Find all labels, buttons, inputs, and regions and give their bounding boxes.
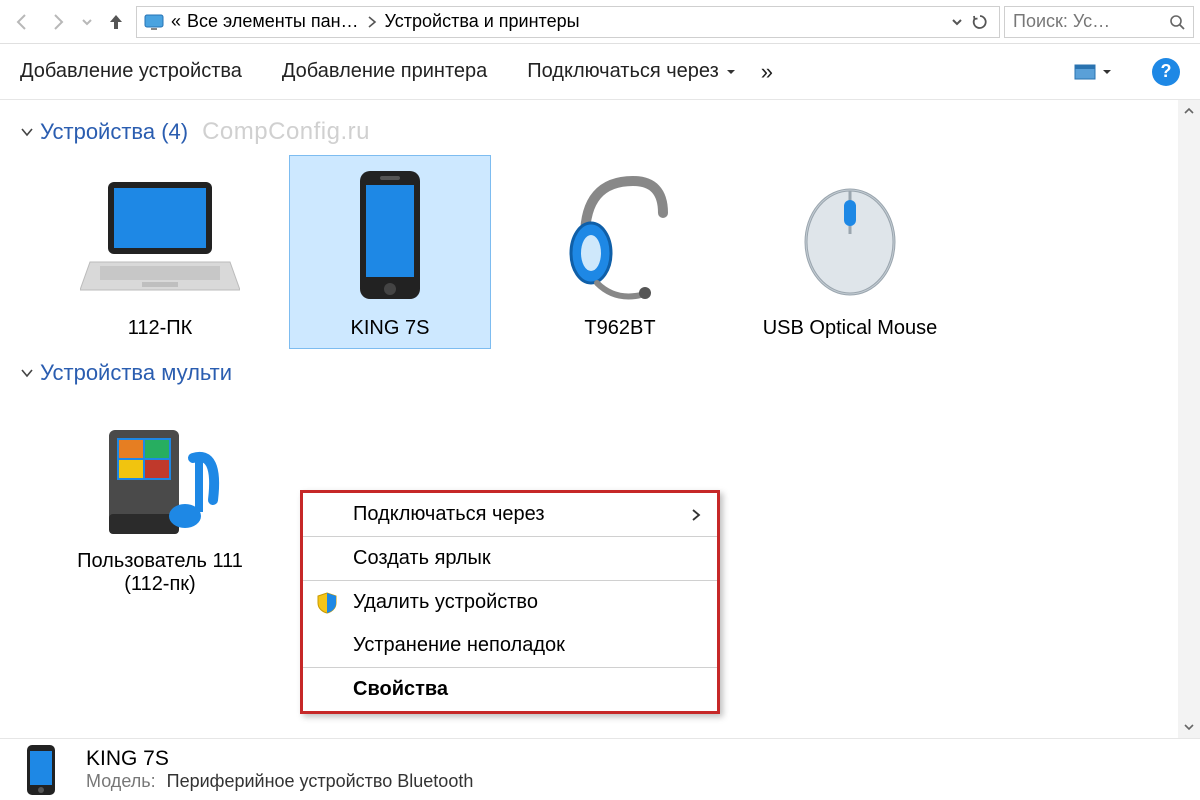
group-title: Устройства мульти — [40, 360, 232, 386]
add-device-button[interactable]: Добавление устройства — [20, 60, 242, 83]
nav-forward-button[interactable] — [42, 6, 74, 38]
device-item-headset[interactable]: T962BT — [520, 156, 720, 348]
nav-back-button[interactable] — [6, 6, 38, 38]
command-bar: Добавление устройства Добавление принтер… — [0, 44, 1200, 100]
phone-icon — [294, 162, 486, 312]
address-bar: « Все элементы пан… Устройства и принтер… — [0, 0, 1200, 44]
device-label: Пользователь 111 (112-пк) — [60, 550, 260, 596]
search-placeholder: Поиск: Ус… — [1013, 11, 1169, 32]
group-header-devices[interactable]: Устройства (4) CompConfig.ru — [20, 118, 1180, 146]
dropdown-caret-icon — [725, 66, 737, 78]
device-label: USB Optical Mouse — [754, 316, 946, 340]
breadcrumb-dropdown-icon[interactable] — [951, 16, 963, 28]
scroll-track[interactable] — [1178, 122, 1200, 716]
mouse-icon — [754, 162, 946, 312]
view-options-button[interactable] — [1074, 63, 1112, 81]
headset-icon — [524, 162, 716, 312]
media-server-icon — [60, 390, 260, 550]
refresh-icon[interactable] — [971, 13, 989, 31]
dropdown-caret-icon — [1102, 67, 1112, 77]
device-item-mouse[interactable]: USB Optical Mouse — [750, 156, 950, 348]
uac-shield-icon — [317, 592, 337, 614]
context-menu: Подключаться через Создать ярлык Удалить… — [300, 490, 720, 714]
breadcrumb-bar[interactable]: « Все элементы пан… Устройства и принтер… — [136, 6, 1000, 38]
context-menu-connect-via[interactable]: Подключаться через — [303, 493, 717, 536]
submenu-arrow-icon — [691, 508, 701, 522]
context-menu-create-shortcut[interactable]: Создать ярлык — [303, 537, 717, 580]
search-input[interactable]: Поиск: Ус… — [1004, 6, 1194, 38]
nav-up-button[interactable] — [100, 6, 132, 38]
group-header-multimedia[interactable]: Устройства мульти — [20, 360, 1180, 386]
toolbar-overflow-button[interactable]: » — [761, 59, 773, 85]
breadcrumb-current[interactable]: Устройства и принтеры — [385, 11, 580, 32]
devices-grid: 112-ПК KING 7S — [20, 150, 1180, 348]
watermark-text: CompConfig.ru — [202, 118, 370, 146]
laptop-icon — [64, 162, 256, 312]
help-button[interactable]: ? — [1152, 58, 1180, 86]
details-pane: KING 7S Модель: Периферийное устройство … — [0, 738, 1200, 800]
view-icon — [1074, 63, 1096, 81]
nav-recent-dropdown[interactable] — [78, 6, 96, 38]
control-panel-icon — [143, 11, 165, 33]
device-label: 112-ПК — [64, 316, 256, 340]
context-menu-troubleshoot[interactable]: Устранение неполадок — [303, 624, 717, 667]
group-title: Устройства (4) — [40, 119, 188, 145]
scroll-down-icon[interactable] — [1178, 716, 1200, 738]
breadcrumb-parent[interactable]: Все элементы пан… — [187, 11, 359, 32]
device-item-laptop[interactable]: 112-ПК — [60, 156, 260, 348]
details-device-name: KING 7S — [86, 747, 473, 771]
breadcrumb-separator-icon — [365, 15, 379, 29]
add-printer-button[interactable]: Добавление принтера — [282, 60, 487, 83]
device-item-phone[interactable]: KING 7S — [290, 156, 490, 348]
breadcrumb-prefix: « — [171, 11, 181, 32]
vertical-scrollbar[interactable] — [1178, 100, 1200, 738]
context-menu-properties[interactable]: Свойства — [303, 668, 717, 711]
context-menu-remove-device[interactable]: Удалить устройство — [303, 581, 717, 624]
device-label: T962BT — [524, 316, 716, 340]
details-thumb-phone-icon — [14, 743, 68, 797]
scroll-up-icon[interactable] — [1178, 100, 1200, 122]
collapse-icon — [20, 125, 34, 139]
content-area: Устройства (4) CompConfig.ru 112-ПК — [0, 100, 1200, 738]
device-item-media-server[interactable]: Пользователь 111 (112-пк) — [60, 390, 260, 596]
details-model-value: Периферийное устройство Bluetooth — [167, 771, 474, 791]
device-label: KING 7S — [294, 316, 486, 340]
details-model-label: Модель: — [86, 771, 156, 791]
connect-via-button[interactable]: Подключаться через — [527, 60, 737, 83]
search-icon — [1169, 14, 1185, 30]
collapse-icon — [20, 366, 34, 380]
